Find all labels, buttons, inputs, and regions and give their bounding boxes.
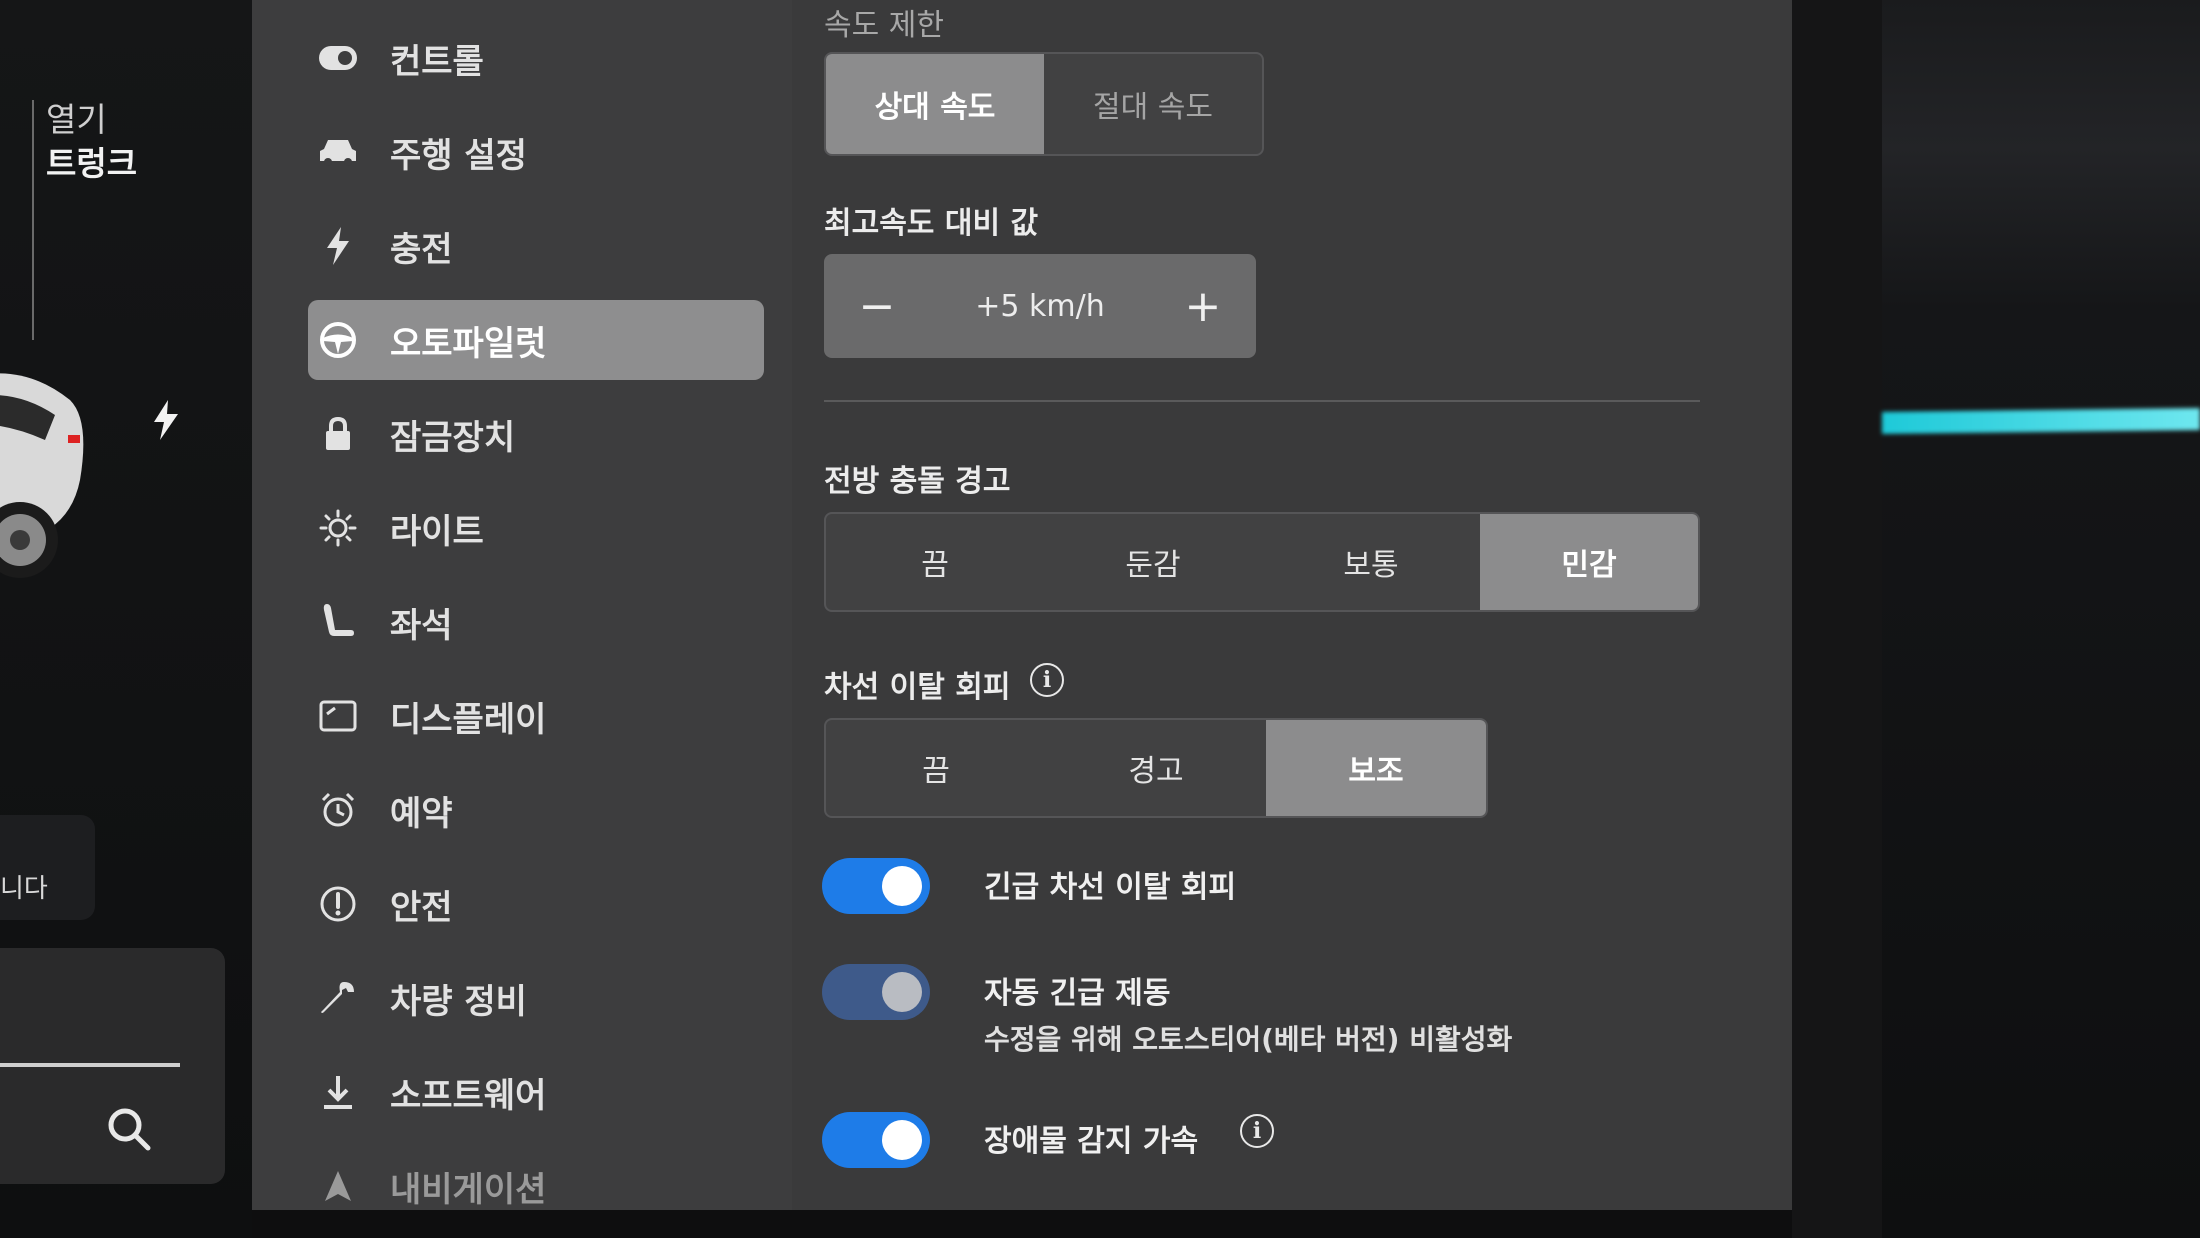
media-progress-bar[interactable] <box>0 1063 180 1067</box>
sidebar-item-controls[interactable]: 컨트롤 <box>308 18 764 98</box>
toggle-knob <box>882 866 922 906</box>
speed-limit-title: 속도 제한 <box>824 8 944 43</box>
sidebar-item-safety[interactable]: 안전 <box>308 864 764 944</box>
car-icon <box>316 130 360 174</box>
sidebar-item-driving[interactable]: 주행 설정 <box>308 112 764 192</box>
display-icon <box>316 694 360 738</box>
sidebar-item-label: 오토파일럿 <box>390 323 547 364</box>
obstacle-aware-acceleration-label: 장애물 감지 가속 <box>984 1124 1199 1159</box>
alert-circle-icon <box>316 882 360 926</box>
toggle-knob <box>882 972 922 1012</box>
sidebar-item-locks[interactable]: 잠금장치 <box>308 394 764 474</box>
speed-offset-stepper: − +5 km/h + <box>824 254 1256 358</box>
ambient-light-strip <box>1882 408 2200 434</box>
sidebar-item-lights[interactable]: 라이트 <box>308 488 764 568</box>
sidebar-item-label: 좌석 <box>390 605 453 646</box>
forward-collision-early-option[interactable]: 민감 <box>1480 514 1698 610</box>
obstacle-aware-acceleration-toggle[interactable] <box>822 1112 930 1168</box>
sidebar-item-label: 주행 설정 <box>390 135 527 176</box>
sidebar-item-autopilot[interactable]: 오토파일럿 <box>308 300 764 380</box>
trunk-open-control[interactable]: 열기 트렁크 <box>46 98 137 186</box>
lightning-icon <box>316 224 360 268</box>
sun-icon <box>316 506 360 550</box>
sidebar-item-label: 충전 <box>390 229 453 270</box>
speed-limit-relative-option[interactable]: 상대 속도 <box>826 54 1044 154</box>
toggle-icon <box>316 36 360 80</box>
lane-departure-warning-option[interactable]: 경고 <box>1046 720 1266 816</box>
sidebar-item-label: 디스플레이 <box>390 699 547 740</box>
lane-departure-info-icon[interactable]: i <box>1030 663 1064 697</box>
car-status-pane: 열기 트렁크 니다 <box>0 0 252 1238</box>
sidebar-item-display[interactable]: 디스플레이 <box>308 676 764 756</box>
settings-screen: 컨트롤 주행 설정 충전 오토파일럿 잠금장치 라이트 좌석 디스플레이 예약 … <box>252 0 1792 1210</box>
auto-emergency-braking-label: 자동 긴급 제동 <box>984 976 1171 1011</box>
forward-collision-medium-option[interactable]: 보통 <box>1262 514 1480 610</box>
screen-bottom-bezel <box>252 1210 1792 1238</box>
lane-departure-selector: 끔 경고 보조 <box>824 718 1488 818</box>
screen-edge-bezel <box>1792 0 1882 1238</box>
lane-departure-off-option[interactable]: 끔 <box>826 720 1046 816</box>
lane-departure-title: 차선 이탈 회피 <box>824 670 1011 705</box>
seat-icon <box>316 600 360 644</box>
dashboard-background <box>1882 0 2200 1238</box>
auto-emergency-braking-sublabel: 수정을 위해 오토스티어(베타 버전) 비활성화 <box>984 1023 1513 1056</box>
notice-text: 니다 <box>0 874 48 904</box>
lane-departure-assist-option[interactable]: 보조 <box>1266 720 1486 816</box>
sidebar-item-label: 소프트웨어 <box>390 1075 547 1116</box>
sidebar-item-label: 잠금장치 <box>390 417 516 458</box>
lock-icon <box>316 412 360 456</box>
sidebar-item-label: 내비게이션 <box>390 1169 547 1210</box>
sidebar-item-label: 안전 <box>390 887 453 928</box>
forward-collision-late-option[interactable]: 둔감 <box>1044 514 1262 610</box>
speed-offset-title: 최고속도 대비 값 <box>824 206 1039 241</box>
speed-offset-value: +5 km/h <box>975 288 1105 324</box>
speed-limit-absolute-option[interactable]: 절대 속도 <box>1044 54 1262 154</box>
wrench-icon <box>316 976 360 1020</box>
sidebar-item-software[interactable]: 소프트웨어 <box>308 1052 764 1132</box>
decrement-button[interactable]: − <box>854 281 900 332</box>
settings-sidebar: 컨트롤 주행 설정 충전 오토파일럿 잠금장치 라이트 좌석 디스플레이 예약 … <box>252 0 792 1210</box>
sidebar-item-charging[interactable]: 충전 <box>308 206 764 286</box>
speed-limit-selector: 상대 속도 절대 속도 <box>824 52 1264 156</box>
forward-collision-selector: 끔 둔감 보통 민감 <box>824 512 1700 612</box>
autopilot-settings-content: 속도 제한 상대 속도 절대 속도 최고속도 대비 값 − +5 km/h + … <box>792 0 1792 1210</box>
trunk-indicator-line <box>32 100 34 340</box>
sidebar-item-label: 라이트 <box>390 511 484 552</box>
steering-wheel-icon <box>316 318 360 362</box>
sidebar-item-seats[interactable]: 좌석 <box>308 582 764 662</box>
increment-button[interactable]: + <box>1180 281 1226 332</box>
section-divider <box>824 400 1700 402</box>
trunk-open-label: 열기 <box>46 100 107 139</box>
sidebar-item-schedule[interactable]: 예약 <box>308 770 764 850</box>
emergency-lane-avoidance-toggle[interactable] <box>822 858 930 914</box>
sidebar-item-service[interactable]: 차량 정비 <box>308 958 764 1038</box>
auto-emergency-braking-toggle <box>822 964 930 1020</box>
search-icon[interactable] <box>100 1100 160 1160</box>
car-image <box>0 373 84 578</box>
toggle-knob <box>882 1120 922 1160</box>
download-icon <box>316 1070 360 1114</box>
sidebar-item-label: 예약 <box>390 793 453 834</box>
navigation-arrow-icon <box>316 1164 360 1208</box>
emergency-lane-avoidance-label: 긴급 차선 이탈 회피 <box>984 870 1237 905</box>
charging-bolt-icon <box>154 400 178 440</box>
forward-collision-title: 전방 충돌 경고 <box>824 464 1011 499</box>
trunk-label: 트렁크 <box>46 144 138 183</box>
alarm-clock-icon <box>316 788 360 832</box>
sidebar-item-label: 차량 정비 <box>390 981 527 1022</box>
obstacle-accel-info-icon[interactable]: i <box>1240 1114 1274 1148</box>
forward-collision-off-option[interactable]: 끔 <box>826 514 1044 610</box>
sidebar-item-label: 컨트롤 <box>390 41 484 82</box>
